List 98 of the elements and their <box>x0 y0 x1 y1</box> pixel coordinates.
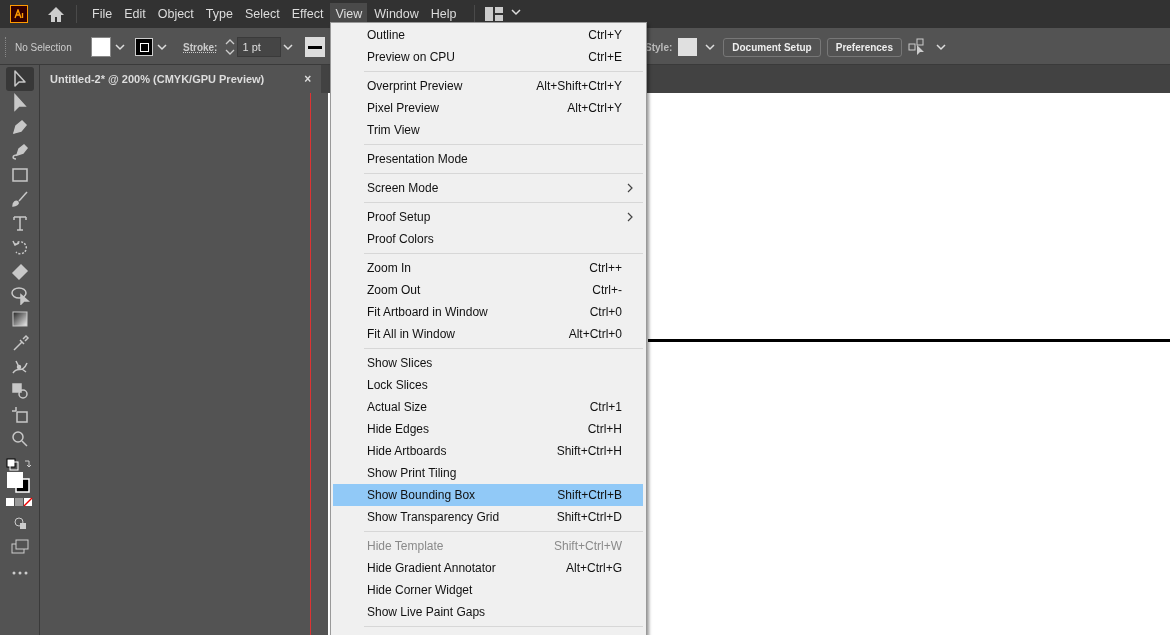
menu-item[interactable]: Fit Artboard in Window Ctrl+0 <box>333 301 643 323</box>
menu-item[interactable]: Show Print Tiling <box>333 462 643 484</box>
menu-item[interactable]: Type <box>200 3 238 25</box>
menu-item-label: Trim View <box>367 123 420 137</box>
menu-item[interactable]: Hide Artboards Shift+Ctrl+H <box>333 440 643 462</box>
shortcut-label: Shift+Ctrl+W <box>554 539 622 553</box>
menu-item[interactable]: Fit All in Window Alt+Ctrl+0 <box>333 323 643 345</box>
menu-item-label: Show Transparency Grid <box>367 510 500 524</box>
workspace-layout-icon[interactable] <box>484 7 503 21</box>
menu-item[interactable]: Trim View <box>333 119 643 141</box>
menu-item[interactable]: Edit <box>119 3 151 25</box>
menu-item[interactable]: Hide Gradient Annotator Alt+Ctrl+G <box>333 557 643 579</box>
menu-item-label: Fit All in Window <box>367 327 456 341</box>
shortcut-label: Ctrl+H <box>587 422 622 436</box>
menu-item[interactable]: Show Transparency Grid Shift+Ctrl+D <box>333 506 643 528</box>
style-swatch[interactable] <box>678 38 698 56</box>
brush-tool-icon[interactable] <box>9 189 30 209</box>
shortcut-label: Ctrl+1 <box>589 400 622 414</box>
menu-item[interactable]: Pixel Preview Alt+Ctrl+Y <box>333 97 643 119</box>
menu-item-label: Show Live Paint Gaps <box>367 605 486 619</box>
menu-item-label: Hide Artboards <box>367 444 447 458</box>
menu-item-label: Show Print Tiling <box>367 466 457 480</box>
menu-item-label: Preview on CPU <box>367 50 456 64</box>
shortcut-label: Shift+Ctrl+D <box>556 510 622 524</box>
stroke-weight-field[interactable]: 1 pt <box>237 37 282 57</box>
stroke-preview-icon[interactable] <box>305 37 326 57</box>
screen-mode-icon[interactable] <box>9 537 30 557</box>
app-logo-icon <box>10 5 28 23</box>
menu-item[interactable]: Hide Corner Widget <box>333 579 643 601</box>
menu-item-label: Zoom Out <box>367 283 421 297</box>
lasso-tool-icon[interactable] <box>9 285 30 305</box>
menu-item[interactable]: Zoom Out Ctrl+- <box>333 279 643 301</box>
menu-item-label: Overprint Preview <box>367 79 463 93</box>
rectangle-tool-icon[interactable] <box>9 165 30 185</box>
stroke-label[interactable]: Stroke: <box>183 41 218 53</box>
menu-item-label: Show Bounding Box <box>367 488 476 502</box>
menu-item[interactable]: Help <box>425 3 462 25</box>
menu-item[interactable]: Show Slices <box>333 352 643 374</box>
artboard-tool-icon[interactable] <box>9 405 30 425</box>
menu-item-label: Hide Edges <box>367 422 430 436</box>
shortcut-label: Alt+Ctrl+0 <box>568 327 622 341</box>
gradient-tool-icon[interactable] <box>9 309 30 329</box>
menu-item[interactable]: Object <box>152 3 199 25</box>
menu-item[interactable]: View <box>330 3 368 25</box>
menu-item[interactable]: Zoom In Ctrl++ <box>333 257 643 279</box>
menu-item[interactable]: Actual Size Ctrl+1 <box>333 396 643 418</box>
shortcut-label: Shift+Ctrl+H <box>556 444 622 458</box>
menu-item[interactable]: Overprint Preview Alt+Shift+Ctrl+Y <box>333 75 643 97</box>
menu-item[interactable]: Show Bounding Box Shift+Ctrl+B <box>333 484 643 506</box>
curvature-tool-icon[interactable] <box>9 141 30 161</box>
menu-item-label: Actual Size <box>367 400 428 414</box>
shortcut-label: Ctrl+Y <box>588 28 622 42</box>
toolbar-button[interactable]: Preferences <box>826 37 902 57</box>
menu-item-label: Screen Mode <box>367 181 439 195</box>
menu-item-label: Lock Slices <box>367 378 428 392</box>
menu-item-label: Pixel Preview <box>367 101 440 115</box>
menu-item-label: Proof Colors <box>367 232 434 246</box>
menu-item[interactable]: Select <box>239 3 285 25</box>
menu-item-label: Hide Template <box>367 539 444 553</box>
home-icon[interactable] <box>46 5 66 23</box>
menu-item-label: Proof Setup <box>367 210 431 224</box>
shortcut-label: Ctrl+- <box>592 283 622 297</box>
document-tab[interactable]: Untitled-2* @ 200% (CMYK/GPU Preview) × <box>40 65 322 93</box>
menu-item-label: Show Slices <box>367 356 433 370</box>
shortcut-label: Shift+Ctrl+B <box>557 488 622 502</box>
shortcut-label: Ctrl+0 <box>589 305 622 319</box>
menu-item[interactable]: Screen Mode <box>333 177 643 199</box>
menu-item[interactable]: Proof Setup <box>333 206 643 228</box>
shortcut-label: Alt+Shift+Ctrl+Y <box>536 79 622 93</box>
color-mode-icon[interactable] <box>4 497 35 507</box>
menu-item-label: Outline <box>367 28 406 42</box>
shortcut-label: Alt+Ctrl+G <box>566 561 622 575</box>
menu-item[interactable]: Show Live Paint Gaps <box>333 601 643 623</box>
menu-item[interactable]: Presentation Mode <box>333 148 643 170</box>
eraser-tool-icon[interactable] <box>9 261 30 281</box>
zoom-tool-icon[interactable] <box>9 429 30 449</box>
menu-item[interactable]: Outline Ctrl+Y <box>333 24 643 46</box>
menu-item[interactable]: Window <box>369 3 424 25</box>
menu-item-label: Zoom In <box>367 261 411 275</box>
menu-item-label: Hide Corner Widget <box>367 583 473 597</box>
fill-swatch[interactable] <box>91 37 111 57</box>
shortcut-label: Ctrl++ <box>589 261 622 275</box>
close-icon[interactable]: × <box>304 72 312 86</box>
menu-item[interactable]: Effect <box>286 3 329 25</box>
menu-item-label: Hide Gradient Annotator <box>367 561 496 575</box>
shortcut-label: Alt+Ctrl+Y <box>567 101 622 115</box>
menu-item-label: Presentation Mode <box>367 152 468 166</box>
shortcut-label: Ctrl+E <box>588 50 622 64</box>
menu-item-label: Fit Artboard in Window <box>367 305 488 319</box>
shapebuilder-tool-icon[interactable] <box>9 381 30 401</box>
menu-item[interactable]: Proof Colors <box>333 228 643 250</box>
toolbar-button[interactable]: Document Setup <box>723 37 821 57</box>
menu-item[interactable]: Hide Edges Ctrl+H <box>333 418 643 440</box>
selection-status: No Selection <box>15 41 73 53</box>
menu-item[interactable]: Lock Slices <box>333 374 643 396</box>
stroke-swatch[interactable] <box>135 38 153 56</box>
menu-item[interactable]: Preview on CPU Ctrl+E <box>333 46 643 68</box>
menu-item[interactable]: File <box>87 3 118 25</box>
